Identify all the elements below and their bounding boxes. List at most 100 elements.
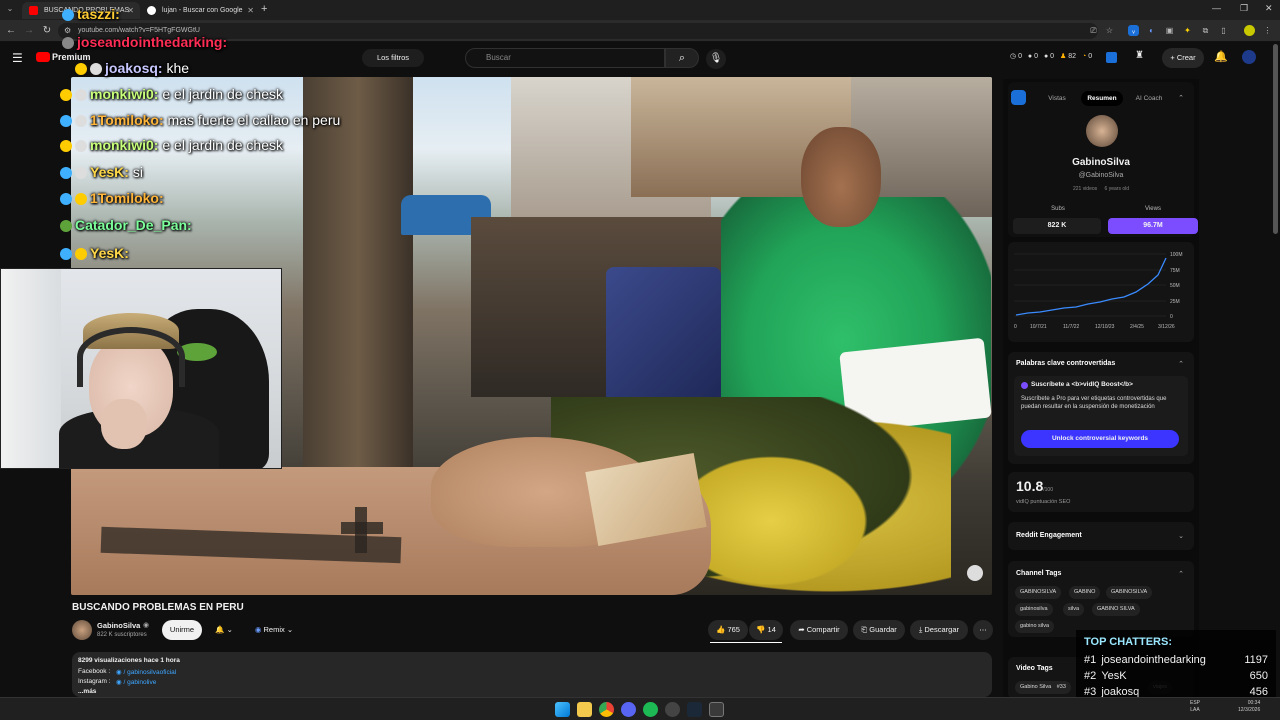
seo-label: vidIQ puntuación SEO (1016, 499, 1071, 505)
stat-value: 0 (1050, 53, 1055, 60)
video-tag[interactable]: Gabino Silva #33 (1015, 681, 1071, 694)
extension-icon[interactable]: ▣ (1164, 25, 1175, 36)
channel-name[interactable]: GabinoSilva (97, 621, 140, 630)
account-avatar[interactable] (1242, 50, 1256, 64)
youtube-logo[interactable] (36, 52, 50, 62)
dislike-button[interactable]: 👎 14 (749, 620, 783, 640)
chat-message: YesK: si (60, 164, 143, 180)
create-button[interactable]: + Crear (1162, 48, 1204, 68)
x-tick: 12/10/23 (1095, 324, 1115, 330)
facebook-link[interactable]: ◉ / gabinosilvaoficial (116, 668, 176, 676)
save-label: Guardar (869, 625, 897, 634)
tray-lang-label: ESP (1190, 700, 1201, 706)
forward-icon[interactable]: → (22, 23, 36, 39)
channel-tag[interactable]: GABINO (1069, 586, 1101, 599)
thumbs-down-icon: 👎 (756, 625, 768, 634)
controversial-keywords-card: Palabras clave controvertidas ⌃ Suscríbe… (1008, 352, 1194, 464)
views-value-box[interactable]: 96.7M (1108, 218, 1198, 234)
extension-icon[interactable]: ⧉ (1200, 25, 1211, 36)
description-box[interactable]: 8299 visualizaciones hace 1 hora Faceboo… (72, 652, 992, 697)
tab-search-icon[interactable]: ⌄ (4, 4, 16, 16)
spotify-icon[interactable] (643, 702, 658, 717)
tray-language[interactable]: ESP LAA (1190, 700, 1200, 714)
channel-tag[interactable]: silva (1063, 603, 1085, 616)
chat-text: mas fuerte el callao en peru (167, 112, 341, 128)
vidiq-toolbar-icon[interactable] (1106, 52, 1117, 63)
file-explorer-icon[interactable] (577, 702, 592, 717)
vidiq-logo-icon[interactable] (1011, 90, 1026, 105)
stat-icon: ◷ (1010, 53, 1019, 60)
chat-message: 1Tomiloko: (60, 190, 164, 206)
download-button[interactable]: ⤓ Descargar (910, 620, 968, 640)
reddit-engagement-card[interactable]: Reddit Engagement ⌄ (1008, 522, 1194, 550)
chat-message: taszzi: (62, 6, 120, 22)
vidiq-handle: @GabinoSilva (1078, 172, 1124, 179)
app-icon[interactable] (665, 702, 680, 717)
extension-icon[interactable]: ᵥ (1128, 25, 1139, 36)
view-stats: 8299 visualizaciones hace 1 hora (78, 657, 180, 664)
tab-ai-coach[interactable]: AI Coach (1128, 91, 1170, 106)
chatter-name: YesK (1101, 670, 1127, 682)
discord-icon[interactable] (621, 702, 636, 717)
chrome-icon[interactable] (599, 702, 614, 717)
verified-icon: ◉ (143, 622, 150, 629)
microphone-icon[interactable]: 🎙 (706, 49, 726, 69)
channel-tag[interactable]: GABINOSILVA (1106, 586, 1153, 599)
search-icon[interactable]: ⌕ (665, 48, 699, 68)
scrollbar[interactable] (1273, 44, 1278, 234)
bookmark-star-icon[interactable]: ☆ (1104, 25, 1115, 36)
instagram-handle: / gabinolive (123, 679, 157, 686)
sidebar-icon[interactable]: ▯ (1218, 25, 1229, 36)
tab-vistas[interactable]: Vistas (1038, 91, 1076, 106)
close-tab-icon[interactable]: ✕ (247, 2, 254, 19)
channel-avatar[interactable] (72, 620, 92, 640)
notifications-bell-icon[interactable]: 🔔 (1214, 50, 1228, 63)
extension-icon[interactable]: ✦ (1182, 25, 1193, 36)
cast-icon[interactable]: ⎚ (1088, 25, 1099, 36)
stat-value: 0 (1088, 53, 1093, 60)
minimize-button[interactable]: — (1212, 3, 1221, 13)
search-input[interactable]: Buscar (465, 48, 665, 68)
chat-text: khe (166, 60, 190, 76)
extension-icon[interactable]: ◐ (1146, 25, 1157, 36)
reload-icon[interactable]: ↻ (40, 23, 54, 39)
menu-icon[interactable]: ⋮ (1262, 25, 1273, 36)
channel-tag[interactable]: gabinosilva (1015, 603, 1053, 616)
pro-text: Suscríbete a Pro para ver etiquetas cont… (1021, 396, 1167, 410)
steam-icon[interactable] (687, 702, 702, 717)
collapse-icon[interactable]: ⌃ (1178, 360, 1184, 368)
channel-tag[interactable]: GABINO SILVA (1092, 603, 1140, 616)
tray-clock[interactable]: 00:34 12/3/2026 (1238, 700, 1260, 714)
filters-button[interactable]: Los filtros (362, 49, 424, 67)
new-tab-button[interactable]: + (261, 3, 267, 15)
share-label: Compartir (806, 625, 840, 634)
tab-resumen[interactable]: Resumen (1081, 91, 1123, 106)
obs-icon[interactable] (709, 702, 724, 717)
profile-avatar[interactable] (1244, 25, 1255, 36)
maximize-button[interactable]: ❐ (1240, 3, 1248, 14)
collapse-icon[interactable]: ⌃ (1178, 570, 1184, 578)
upload-icon[interactable]: ♜ (1135, 50, 1144, 61)
like-button[interactable]: 👍 765 (708, 620, 748, 640)
remix-button[interactable]: ◉ Remix ⌄ (248, 620, 300, 640)
hamburger-menu-icon[interactable]: ☰ (12, 51, 23, 65)
channel-tag[interactable]: GABINOSILVA (1015, 586, 1062, 599)
chatter-rank: #2 (1084, 670, 1097, 682)
share-button[interactable]: ➦ Compartir (790, 620, 848, 640)
unlock-keywords-button[interactable]: Unlock controversial keywords (1021, 430, 1179, 448)
join-button[interactable]: Unirme (162, 620, 202, 640)
notification-bell-button[interactable]: 🔔 ⌄ (206, 620, 242, 640)
subs-value-box[interactable]: 822 K (1013, 218, 1101, 234)
instagram-link[interactable]: ◉ / gabinolive (116, 678, 156, 686)
start-menu-icon[interactable] (555, 702, 570, 717)
tab-google[interactable]: lujan - Buscar con Google ✕ (140, 2, 260, 19)
show-more-link[interactable]: ...más (78, 688, 96, 695)
channel-tag[interactable]: gabino silva (1015, 620, 1055, 633)
save-button[interactable]: ⎗ Guardar (853, 620, 905, 640)
close-window-button[interactable]: ✕ (1265, 3, 1273, 14)
collapse-icon[interactable]: ⌃ (1178, 94, 1184, 102)
more-actions-button[interactable]: ⋯ (973, 620, 993, 640)
close-tab-icon[interactable]: ✕ (127, 2, 134, 19)
video-scene-bag (606, 267, 721, 407)
back-icon[interactable]: ← (4, 23, 18, 39)
